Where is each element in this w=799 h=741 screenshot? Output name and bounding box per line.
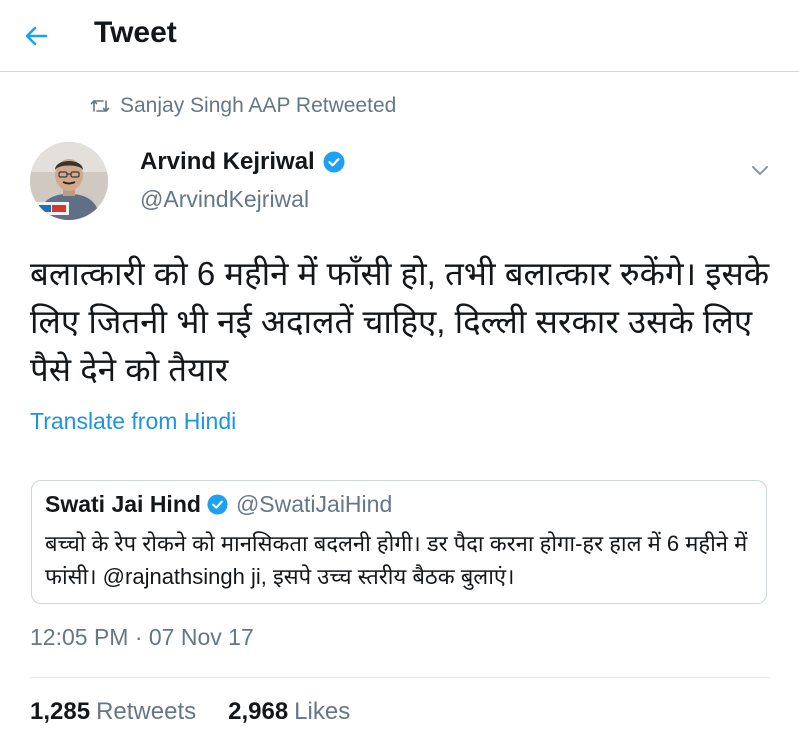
quoted-author-name: Swati Jai Hind	[45, 491, 201, 517]
author-name-text: Arvind Kejriwal	[140, 148, 315, 175]
likes-label: Likes	[294, 698, 351, 725]
translate-link[interactable]: Translate from Hindi	[30, 408, 236, 435]
retweeted-by-label: Sanjay Singh AAP Retweeted	[120, 94, 397, 117]
page-title: Tweet	[94, 16, 177, 49]
avatar[interactable]	[30, 142, 108, 220]
retweets-stat[interactable]: 1,285 Retweets	[30, 698, 196, 726]
retweets-label: Retweets	[96, 698, 197, 725]
likes-stat[interactable]: 2,968 Likes	[228, 698, 350, 726]
quoted-author-handle: @SwatiJaiHind	[235, 491, 393, 517]
retweets-count: 1,285	[30, 698, 91, 725]
tweet-text: बलात्कारी को 6 महीने में फाँसी हो, तभी ब…	[30, 255, 770, 388]
arrow-left-icon	[25, 26, 48, 46]
top-bar: Tweet	[0, 0, 799, 72]
avatar-image	[30, 142, 108, 220]
author-name[interactable]: Arvind Kejriwal	[140, 148, 345, 176]
retweeted-by[interactable]: Sanjay Singh AAP Retweeted	[90, 94, 396, 118]
verified-badge-icon	[323, 151, 345, 173]
back-button[interactable]	[20, 20, 52, 52]
divider	[30, 677, 770, 678]
quoted-tweet[interactable]: Swati Jai Hind @SwatiJaiHind बच्चो के रे…	[31, 480, 767, 604]
likes-count: 2,968	[228, 698, 289, 725]
tweet-timestamp: 12:05 PM · 07 Nov 17	[30, 624, 254, 650]
verified-badge-icon	[207, 494, 228, 515]
author-handle[interactable]: @ArvindKejriwal	[140, 186, 309, 213]
quoted-tweet-header: Swati Jai Hind @SwatiJaiHind	[45, 491, 392, 518]
engagement-stats: 1,285 Retweets 2,968 Likes	[30, 698, 350, 726]
quoted-tweet-text: बच्चो के रेप रोकने को मानसिकता बदलनी होग…	[45, 531, 748, 589]
more-options-button[interactable]	[748, 158, 772, 182]
chevron-down-icon	[752, 166, 768, 175]
retweet-icon	[90, 100, 110, 112]
